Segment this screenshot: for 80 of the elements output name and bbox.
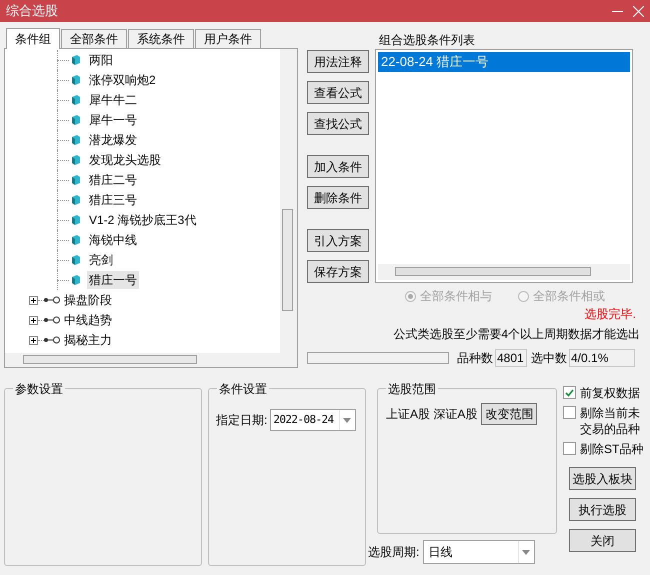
checkbox-label: 前复权数据	[580, 385, 641, 401]
tree-item[interactable]: 猎庄三号	[87, 191, 139, 209]
action-button[interactable]: 引入方案	[307, 229, 369, 252]
horizontal-scrollbar[interactable]	[378, 264, 630, 280]
action-button[interactable]: 查找公式	[307, 112, 369, 135]
checkbox-label: 剔除当前未交易的品种	[580, 405, 641, 437]
action-button[interactable]: 加入条件	[307, 155, 369, 178]
close-icon[interactable]	[633, 6, 644, 16]
tree-item[interactable]: 亮剑	[87, 251, 115, 269]
group-title: 条件设置	[217, 380, 269, 398]
key-icon	[44, 296, 60, 304]
formula-icon	[71, 54, 81, 66]
formula-icon	[71, 194, 81, 206]
horizontal-scrollbar[interactable]	[5, 353, 297, 367]
count-value: 4/0.1%	[569, 349, 635, 367]
radio-button[interactable]	[518, 290, 529, 302]
tree-group[interactable]: 中线趋势	[64, 311, 112, 329]
key-icon	[44, 336, 60, 344]
tree-item[interactable]: V1-2 海锐抄底王3代	[87, 211, 198, 229]
group-title: 选股范围	[386, 380, 438, 398]
tree-item[interactable]: 海锐中线	[87, 231, 139, 249]
date-label: 指定日期:	[216, 412, 268, 429]
status-text: 选股完毕.	[584, 306, 636, 323]
formula-icon	[71, 274, 81, 286]
tree-item[interactable]: 犀牛牛二	[87, 91, 139, 109]
tab[interactable]: 条件组	[6, 28, 60, 49]
tree-item[interactable]: 发现龙头选股	[87, 151, 163, 169]
action-button[interactable]: 保存方案	[307, 260, 369, 283]
tree-item[interactable]: 猎庄二号	[87, 171, 139, 189]
tab[interactable]: 系统条件	[128, 29, 194, 48]
period-label: 选股周期:	[368, 544, 420, 561]
minimize-icon[interactable]	[612, 10, 623, 12]
formula-icon	[71, 154, 81, 166]
formula-icon	[71, 234, 81, 246]
count-label: 选中数	[531, 350, 567, 367]
date-dropdown[interactable]: 2022-08-24	[270, 409, 356, 431]
window-title: 综合选股	[6, 2, 58, 20]
tab[interactable]: 用户条件	[195, 29, 261, 48]
list-title: 组合选股条件列表	[378, 32, 476, 49]
tree-item[interactable]: 涨停双响炮2	[87, 71, 158, 89]
formula-icon	[71, 134, 81, 146]
formula-icon	[71, 94, 81, 106]
key-icon	[44, 316, 60, 324]
tree-item[interactable]: 猎庄一号	[87, 271, 139, 289]
formula-icon	[71, 174, 81, 186]
checkbox[interactable]	[563, 442, 576, 455]
radio-label: 全部条件相与	[420, 288, 492, 305]
count-value: 4801	[495, 349, 527, 367]
radio-button[interactable]	[405, 290, 416, 302]
tree-item[interactable]: 潜龙爆发	[87, 131, 139, 149]
market-text: 上证A股 深证A股	[386, 406, 478, 423]
expand-icon[interactable]	[29, 316, 38, 324]
formula-icon	[71, 74, 81, 86]
radio-label: 全部条件相或	[533, 288, 605, 305]
formula-icon	[71, 114, 81, 126]
tree-item[interactable]: 犀牛一号	[87, 111, 139, 129]
change-range-button[interactable]: 改变范围	[481, 403, 538, 425]
vertical-scrollbar[interactable]	[280, 49, 297, 353]
tree-group[interactable]: 揭秘主力	[64, 331, 112, 349]
expand-icon[interactable]	[29, 336, 38, 344]
action-button[interactable]: 执行选股	[569, 498, 636, 521]
period-dropdown[interactable]: 日线	[423, 540, 536, 564]
action-button[interactable]: 用法注释	[307, 50, 369, 73]
count-label: 品种数	[457, 350, 493, 367]
action-button[interactable]: 选股入板块	[569, 467, 636, 490]
formula-icon	[71, 254, 81, 266]
action-button[interactable]: 查看公式	[307, 81, 369, 104]
tab[interactable]: 全部条件	[61, 29, 127, 48]
group-title: 参数设置	[13, 380, 65, 398]
checkbox[interactable]	[563, 386, 576, 399]
expand-icon[interactable]	[29, 296, 38, 304]
action-button[interactable]: 删除条件	[307, 186, 369, 209]
formula-icon	[71, 214, 81, 226]
action-button[interactable]: 关闭	[569, 529, 636, 552]
checkbox-label: 剔除ST品种	[580, 441, 644, 457]
notice-text: 公式类选股至少需要4个以上周期数据才能选出	[393, 326, 640, 343]
tree-item[interactable]: 两阳	[87, 51, 115, 69]
list-item[interactable]: 22-08-24 猎庄一号	[378, 52, 630, 72]
checkbox[interactable]	[563, 406, 576, 419]
tree-group[interactable]: 操盘阶段	[64, 291, 112, 309]
